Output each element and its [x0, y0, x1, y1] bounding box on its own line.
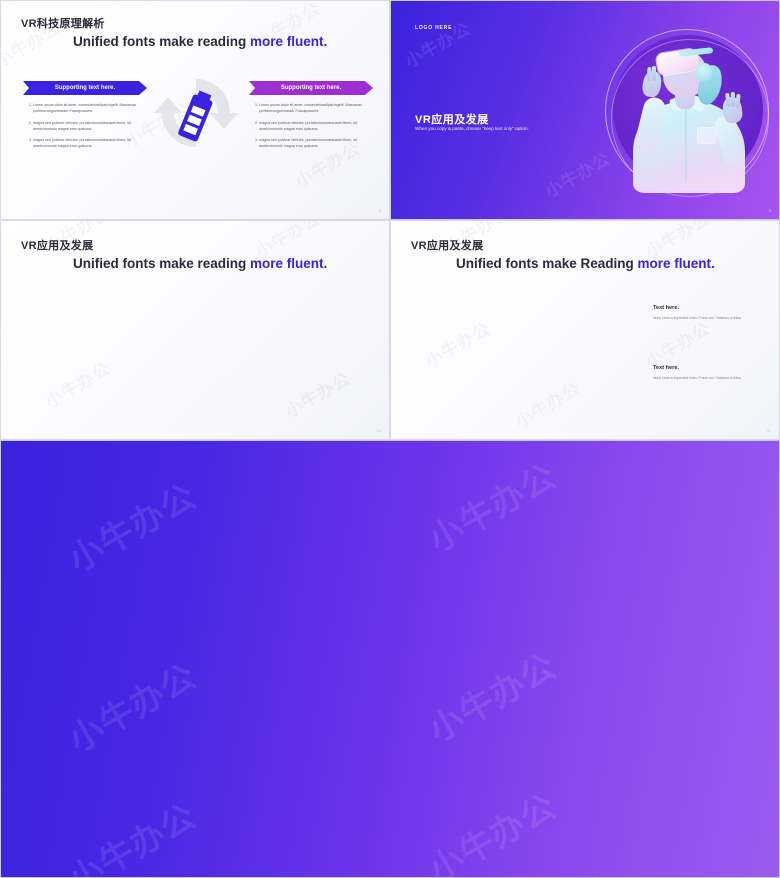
ordered-list-right: Lorem ipsum dolor sit amet, consectetura…	[251, 102, 371, 155]
text-block-body: Nunc viverra imperdiet enim. Fusce est. …	[653, 376, 743, 380]
battery-recycle-icon	[154, 79, 238, 147]
watermark-text: 小牛办公	[642, 319, 714, 372]
slide-4-thumbnail[interactable]: 小牛办公 小牛办公 小牛办公 小牛办公 小牛办公 VR应用及发展 Unified…	[390, 220, 780, 440]
text-block-title: Text here.	[653, 365, 680, 371]
watermark-text: 小牛办公	[42, 359, 114, 412]
ordered-list-left: Lorem ipsum dolor sit amet, consectetura…	[25, 102, 145, 155]
logo-placeholder: LOGO HERE	[415, 25, 453, 31]
page-number: 9	[378, 208, 381, 213]
section-title: VR应用及发展	[415, 114, 489, 126]
watermark-text: 小牛办公	[62, 657, 203, 760]
headline-main: Unified fonts make Reading	[456, 256, 638, 271]
watermark-text: 小牛办公	[512, 379, 584, 432]
slide-headline: Unified fonts make Reading more fluent.	[456, 256, 715, 271]
page-title: VR应用及发展	[21, 240, 94, 252]
page-number: 9	[768, 208, 771, 213]
watermark-text: 小牛办公	[62, 797, 203, 877]
supporting-banner-left[interactable]: Supporting text here.	[23, 81, 147, 95]
slide-2-thumbnail[interactable]: 小牛办公 小牛办公 小牛办公 LOGO HERE VR应用及发展 When yo…	[390, 0, 780, 220]
figure-shirt-pocket	[697, 127, 716, 144]
banner-label: Supporting text here.	[280, 85, 342, 91]
headline-highlight: more fluent.	[250, 34, 328, 49]
figure-shirt-placket	[685, 107, 687, 181]
page-title: VR应用及发展	[411, 240, 484, 252]
section-subtitle: When you copy & paste, choose "keep text…	[415, 126, 529, 131]
list-item: magna sed pulvinar ultricies, puruslectu…	[33, 137, 145, 150]
list-item: Lorem ipsum dolor sit amet, consectetura…	[33, 102, 145, 115]
page-title: VR科技原理解析	[21, 18, 105, 30]
watermark-layer: 小牛办公 小牛办公 小牛办公 小牛办公 小牛办公 小牛办公	[1, 441, 779, 877]
vr-headset-woman-photo	[595, 23, 773, 201]
page-number: 10	[376, 428, 381, 433]
supporting-banner-right[interactable]: Supporting text here.	[249, 81, 373, 95]
headphone-earcup	[695, 63, 713, 81]
watermark-text: 小牛办公	[402, 19, 474, 72]
watermark-text: 小牛办公	[422, 319, 494, 372]
watermark-text: 小牛办公	[62, 477, 203, 580]
text-block-1: Text here. Nunc viverra imperdiet enim. …	[653, 305, 751, 321]
watermark-text: 小牛办公	[422, 787, 563, 877]
slide-5-thank-you[interactable]: 小牛办公 小牛办公 小牛办公 小牛办公 小牛办公 小牛办公 LOGO HERE …	[0, 440, 780, 878]
watermark-layer: 小牛办公 小牛办公 小牛办公 小牛办公 小牛办公	[391, 221, 779, 439]
list-item: magna sed pulvinar ultricies, puruslectu…	[33, 120, 145, 133]
headline-main: Unified fonts make reading	[73, 34, 251, 49]
figure-finger	[652, 66, 656, 81]
vr-figure	[595, 23, 773, 201]
slide-deck-overview: 小牛办公 小牛办公 小牛办公 小牛办公 VR科技原理解析 Unified fon…	[0, 0, 780, 878]
watermark-text: 小牛办公	[422, 457, 563, 560]
list-item: magna sed pulvinar ultricies, puruslectu…	[259, 120, 371, 133]
slide-headline: Unified fonts make reading more fluent.	[73, 256, 327, 271]
watermark-layer: 小牛办公 小牛办公 小牛办公 小牛办公	[1, 221, 389, 439]
text-block-2: Text here. Nunc viverra imperdiet enim. …	[653, 365, 751, 381]
headline-main: Unified fonts make reading	[73, 256, 251, 271]
watermark-text: 小牛办公	[282, 369, 354, 422]
banner-label: Supporting text here.	[54, 85, 116, 91]
watermark-text: 小牛办公	[422, 647, 563, 750]
text-block-body: Nunc viverra imperdiet enim. Fusce est. …	[653, 316, 743, 320]
slide-headline: Unified fonts make reading more fluent.	[73, 34, 327, 49]
list-item: Lorem ipsum dolor sit amet, consectetura…	[259, 102, 371, 115]
slide-3-thumbnail[interactable]: 小牛办公 小牛办公 小牛办公 小牛办公 VR应用及发展 Unified font…	[0, 220, 390, 440]
text-block-title: Text here.	[653, 305, 680, 311]
headline-highlight: more fluent.	[637, 256, 715, 271]
slide-1-thumbnail[interactable]: 小牛办公 小牛办公 小牛办公 小牛办公 VR科技原理解析 Unified fon…	[0, 0, 390, 220]
page-number: 11	[766, 428, 771, 433]
list-item: magna sed pulvinar ultricies, puruslectu…	[259, 137, 371, 150]
headline-highlight: more fluent.	[250, 256, 328, 271]
